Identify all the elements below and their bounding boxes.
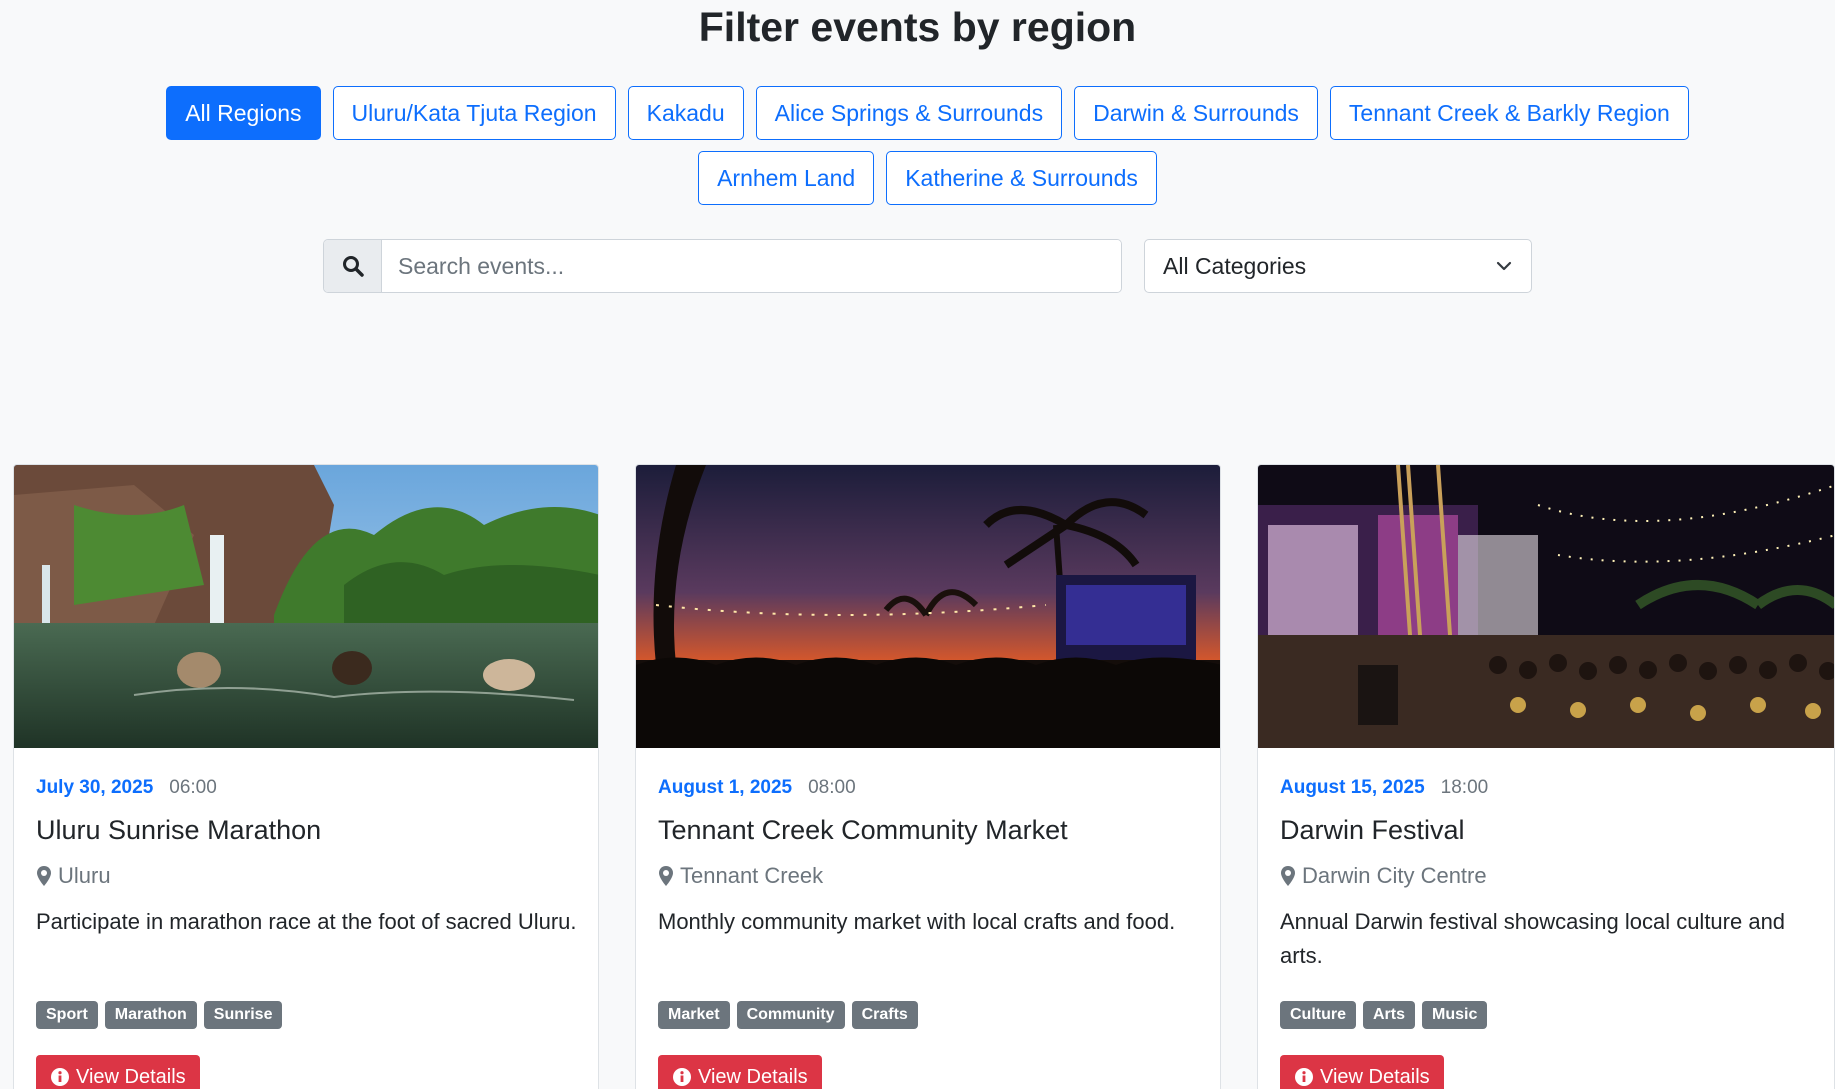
- event-time: 06:00: [169, 777, 217, 798]
- event-card: July 30, 2025 06:00 Uluru Sunrise Marath…: [13, 464, 599, 1089]
- region-button-katherine[interactable]: Katherine & Surrounds: [886, 151, 1157, 205]
- view-details-label: View Details: [76, 1065, 186, 1088]
- region-button-kakadu[interactable]: Kakadu: [627, 86, 744, 140]
- event-tag: Crafts: [851, 1001, 918, 1029]
- map-pin-icon: [1281, 866, 1295, 886]
- event-date: August 1, 2025: [658, 777, 793, 798]
- event-date: August 15, 2025: [1280, 777, 1425, 798]
- region-button-arnhem-land[interactable]: Arnhem Land: [698, 151, 875, 205]
- search-group: [323, 239, 1122, 293]
- map-pin-icon: [37, 866, 51, 886]
- event-tags: Market Community Crafts: [658, 1001, 918, 1029]
- category-select-value: All Categories: [1163, 252, 1307, 279]
- event-time: 08:00: [808, 777, 856, 798]
- event-title: Tennant Creek Community Market: [658, 815, 1068, 845]
- event-date: July 30, 2025: [36, 777, 154, 798]
- region-filter-row-2: Arnhem Land Katherine & Surrounds: [0, 151, 1835, 205]
- event-tags: Sport Marathon Sunrise: [36, 1001, 283, 1029]
- view-details-button[interactable]: View Details: [36, 1055, 200, 1089]
- event-tag: Music: [1422, 1001, 1488, 1029]
- event-tag: Sunrise: [203, 1001, 283, 1029]
- chevron-down-icon: [1496, 261, 1512, 271]
- search-icon: [342, 256, 364, 277]
- event-time: 18:00: [1440, 777, 1489, 798]
- search-addon: [324, 240, 382, 292]
- event-tag: Market: [658, 1001, 730, 1029]
- event-tag: Marathon: [104, 1001, 197, 1029]
- event-location: Darwin City Centre: [1280, 863, 1487, 889]
- event-card: August 1, 2025 08:00 Tennant Creek Commu…: [635, 464, 1221, 1089]
- view-details-label: View Details: [1320, 1065, 1430, 1088]
- event-title: Darwin Festival: [1280, 815, 1465, 845]
- region-button-alice-springs[interactable]: Alice Springs & Surrounds: [755, 86, 1063, 140]
- info-circle-icon: [673, 1068, 691, 1086]
- event-image-waterfall-swimmers: [14, 465, 598, 748]
- event-location-text: Uluru: [58, 863, 111, 888]
- view-details-label: View Details: [698, 1065, 808, 1088]
- event-description: Monthly community market with local craf…: [658, 909, 1176, 934]
- event-tag: Culture: [1280, 1001, 1356, 1029]
- info-circle-icon: [1295, 1068, 1313, 1086]
- region-button-uluru[interactable]: Uluru/Kata Tjuta Region: [332, 86, 616, 140]
- event-image-sunset-concert: [636, 465, 1220, 748]
- region-filter-row-1: All Regions Uluru/Kata Tjuta Region Kaka…: [0, 86, 1835, 140]
- event-tag: Arts: [1363, 1001, 1416, 1029]
- view-details-button[interactable]: View Details: [658, 1055, 822, 1089]
- event-meta: August 15, 2025 18:00: [1280, 777, 1488, 799]
- event-meta: July 30, 2025 06:00: [36, 777, 217, 799]
- info-circle-icon: [51, 1068, 69, 1086]
- event-location-text: Darwin City Centre: [1302, 863, 1487, 888]
- event-image-night-festival: [1258, 465, 1834, 748]
- region-button-darwin[interactable]: Darwin & Surrounds: [1074, 86, 1318, 140]
- category-select[interactable]: All Categories: [1144, 239, 1532, 293]
- region-button-all[interactable]: All Regions: [166, 86, 321, 140]
- event-card: August 15, 2025 18:00 Darwin Festival Da…: [1257, 464, 1835, 1089]
- map-pin-icon: [659, 866, 673, 886]
- event-location: Uluru: [36, 863, 111, 889]
- event-location: Tennant Creek: [658, 863, 823, 889]
- event-description: Participate in marathon race at the foot…: [36, 909, 577, 934]
- event-description: Annual Darwin festival showcasing local …: [1280, 909, 1786, 968]
- view-details-button[interactable]: View Details: [1280, 1055, 1444, 1089]
- event-meta: August 1, 2025 08:00: [658, 777, 856, 799]
- page-title: Filter events by region: [698, 4, 1137, 50]
- event-title: Uluru Sunrise Marathon: [36, 815, 322, 845]
- region-button-tennant-creek[interactable]: Tennant Creek & Barkly Region: [1329, 86, 1689, 140]
- event-tag: Community: [736, 1001, 845, 1029]
- event-tags: Culture Arts Music: [1280, 1001, 1488, 1029]
- search-input[interactable]: [382, 240, 1121, 292]
- event-tag: Sport: [36, 1001, 98, 1029]
- event-location-text: Tennant Creek: [680, 863, 824, 888]
